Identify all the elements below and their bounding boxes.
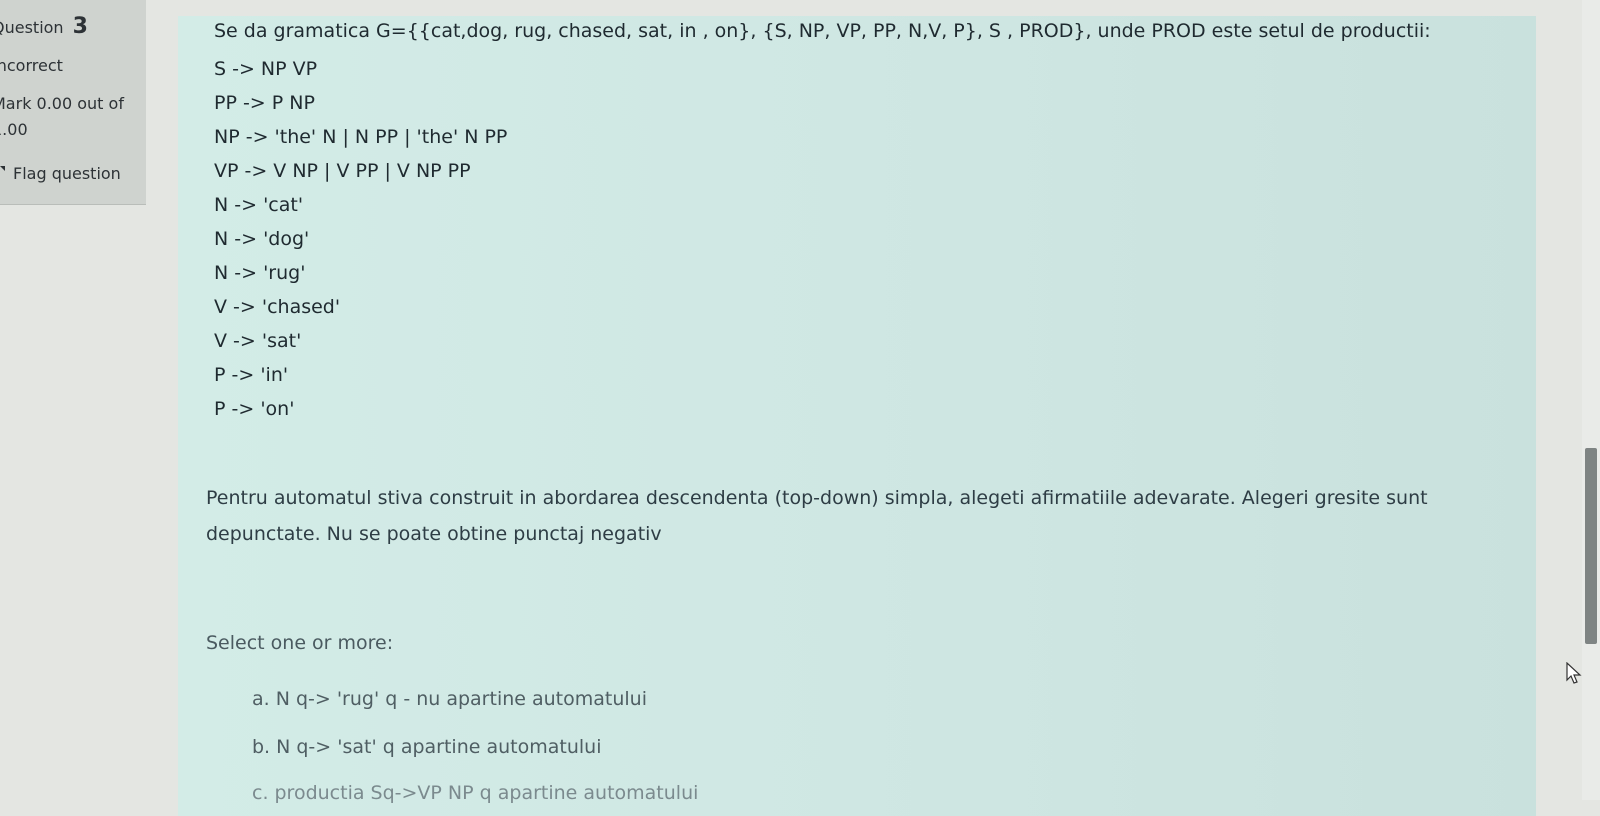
question-number: 3	[72, 14, 88, 39]
production-rule: N -> 'dog'	[214, 228, 310, 250]
question-mark: Mark 0.00 out of	[0, 94, 124, 113]
select-label: Select one or more:	[206, 632, 394, 654]
question-status: Incorrect	[0, 56, 63, 75]
production-rule: V -> 'chased'	[214, 296, 341, 318]
flag-question-button[interactable]: Flag question	[0, 164, 121, 183]
flag-icon	[0, 166, 5, 171]
production-rule: N -> 'rug'	[214, 262, 306, 284]
production-rule: P -> 'in'	[214, 364, 289, 386]
question-instruction: Pentru automatul stiva construit in abor…	[206, 487, 1428, 545]
production-rule: V -> 'sat'	[214, 330, 302, 352]
answer-option-c[interactable]: c. productia Sq->VP NP q apartine automat…	[252, 782, 698, 804]
option-letter: a.	[252, 688, 270, 710]
answer-option-b[interactable]: b. N q-> 'sat' q apartine automatului	[252, 736, 601, 758]
option-text: productia Sq->VP NP q apartine automatul…	[274, 782, 699, 804]
question-content: Se da gramatica G={{cat,dog, rug, chased…	[178, 16, 1536, 816]
option-text: N q-> 'rug' q - nu apartine automatului	[275, 688, 647, 710]
option-letter: b.	[252, 736, 271, 758]
flag-question-label: Flag question	[13, 164, 121, 183]
scrollbar-thumb[interactable]	[1585, 448, 1597, 644]
production-rule: S -> NP VP	[214, 58, 318, 80]
option-text: N q-> 'sat' q apartine automatului	[276, 736, 602, 758]
question-info-panel: Question 3 Incorrect Mark 0.00 out of 1.…	[0, 0, 146, 205]
question-mark-total: 1.00	[0, 120, 28, 139]
question-number-row: Question 3	[0, 14, 88, 39]
mouse-cursor-icon	[1566, 662, 1582, 684]
question-label: Question	[0, 18, 64, 37]
question-prompt: Se da gramatica G={{cat,dog, rug, chased…	[214, 20, 1431, 42]
production-rule: NP -> 'the' N | N PP | 'the' N PP	[214, 126, 508, 148]
answer-option-a[interactable]: a. N q-> 'rug' q - nu apartine automatulu…	[252, 688, 647, 710]
production-rule: N -> 'cat'	[214, 194, 304, 216]
page-scrollbar[interactable]	[1582, 0, 1600, 800]
production-rule: P -> 'on'	[214, 398, 295, 420]
production-rule: VP -> V NP | V PP | V NP PP	[214, 160, 471, 182]
option-letter: c.	[252, 782, 269, 804]
production-rule: PP -> P NP	[214, 92, 315, 114]
